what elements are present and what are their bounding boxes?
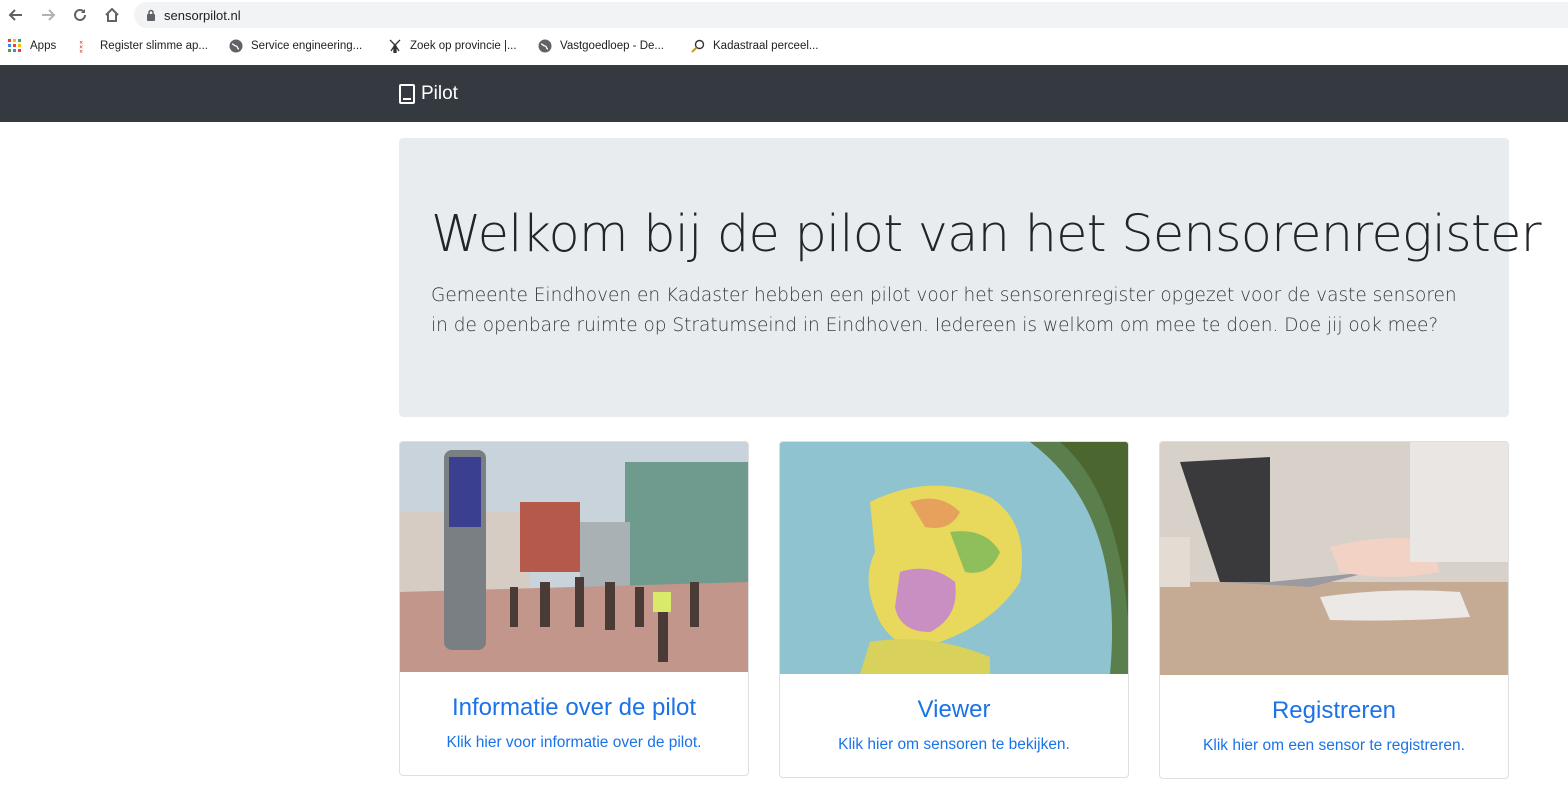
bookmark-kadastraal-perceel[interactable]: Kadastraal perceel... bbox=[691, 39, 818, 53]
home-icon[interactable] bbox=[101, 4, 123, 26]
card-title[interactable]: Informatie over de pilot bbox=[400, 694, 748, 722]
bookmark-label: Kadastraal perceel... bbox=[713, 40, 819, 52]
url-text: sensorpilot.nl bbox=[164, 7, 241, 23]
bookmark-vastgoedloep[interactable]: Vastgoedloep - De... bbox=[538, 39, 664, 53]
bookmark-label: Zoek op provincie |... bbox=[410, 40, 517, 52]
card-informatie[interactable]: Informatie over de pilot Klik hier voor … bbox=[399, 441, 749, 776]
apps-grid-icon bbox=[8, 39, 22, 53]
navbar-brand[interactable]: Pilot bbox=[399, 83, 458, 105]
magnifier-icon bbox=[691, 39, 705, 53]
card-link[interactable]: Klik hier voor informatie over de pilot. bbox=[400, 734, 748, 752]
bookmark-label: Vastgoedloep - De... bbox=[560, 40, 664, 52]
brand-label: Pilot bbox=[421, 83, 458, 104]
bookmarks-bar: Apps × × × Register slimme ap... Service e… bbox=[0, 30, 1568, 64]
bookmark-apps[interactable]: Apps bbox=[8, 39, 56, 53]
bookmark-label: Service engineering... bbox=[251, 40, 363, 52]
bookmark-service-engineering[interactable]: Service engineering... bbox=[229, 39, 362, 53]
card-title[interactable]: Viewer bbox=[780, 696, 1128, 724]
tablet-icon bbox=[399, 84, 415, 104]
svg-text:×: × bbox=[79, 49, 83, 53]
card-viewer[interactable]: Viewer Klik hier om sensoren te bekijken… bbox=[779, 441, 1129, 778]
card-link[interactable]: Klik hier om een sensor te registreren. bbox=[1160, 737, 1508, 755]
globe-photo bbox=[780, 442, 1128, 674]
card-registreren[interactable]: Registreren Klik hier om een sensor te r… bbox=[1159, 441, 1509, 779]
lock-icon bbox=[147, 9, 155, 21]
jumbotron: Welkom bij de pilot van het Sensorenregi… bbox=[399, 138, 1542, 417]
browser-toolbar: sensorpilot.nl bbox=[0, 0, 1568, 30]
windmill-icon bbox=[388, 39, 402, 54]
bookmark-zoek-op-provincie[interactable]: Zoek op provincie |... bbox=[388, 39, 517, 54]
bookmark-label: Apps bbox=[30, 40, 57, 52]
back-icon[interactable] bbox=[5, 4, 27, 26]
bookmark-register-slimme[interactable]: × × × Register slimme ap... bbox=[78, 39, 209, 55]
bookmark-label: Register slimme ap... bbox=[100, 40, 209, 52]
xxx-flag-icon: × × × bbox=[78, 39, 92, 55]
address-bar[interactable]: sensorpilot.nl bbox=[134, 2, 1568, 28]
card-link[interactable]: Klik hier om sensoren te bekijken. bbox=[780, 736, 1128, 754]
forward-icon[interactable] bbox=[37, 4, 59, 26]
lead-text: Gemeente Eindhoven en Kadaster hebben ee… bbox=[431, 285, 1457, 336]
globe-icon bbox=[229, 39, 243, 53]
reload-icon[interactable] bbox=[69, 4, 91, 26]
page-title: Welkom bij de pilot van het Sensorenregi… bbox=[431, 205, 1542, 264]
card-title[interactable]: Registreren bbox=[1160, 697, 1508, 725]
globe-icon bbox=[538, 39, 552, 53]
street-photo bbox=[400, 442, 748, 672]
site-navbar: Pilot bbox=[0, 65, 1568, 122]
laptop-photo bbox=[1160, 442, 1508, 675]
